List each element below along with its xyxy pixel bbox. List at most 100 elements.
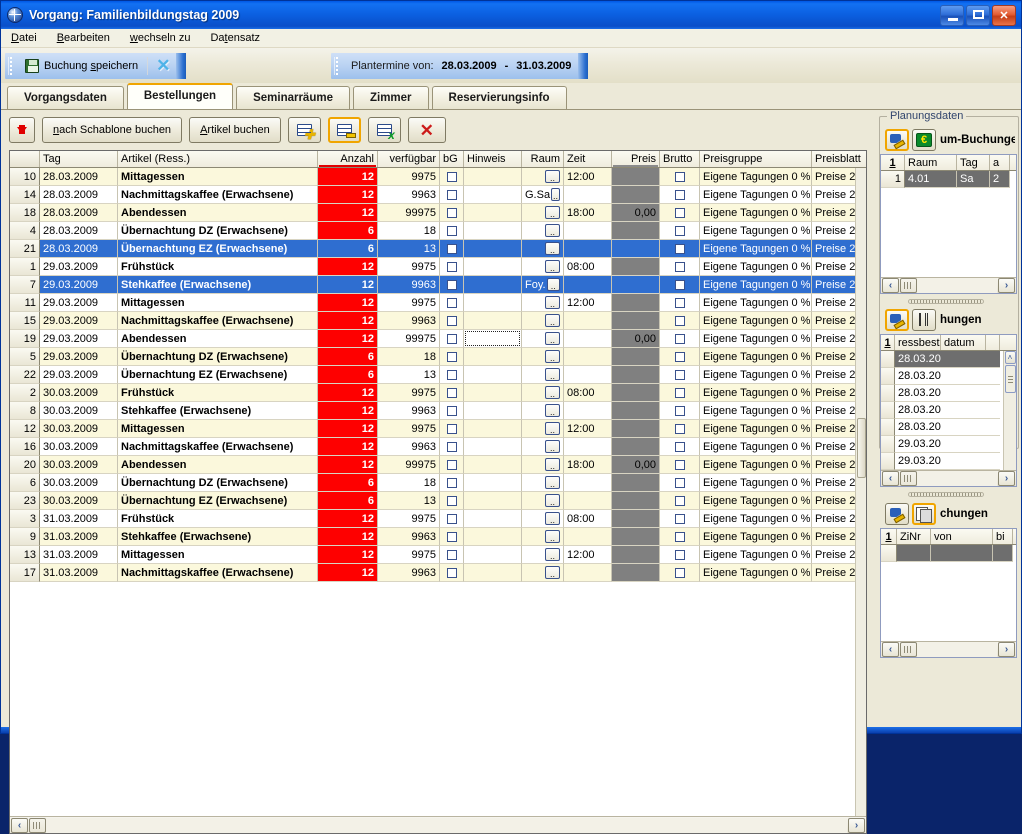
cell-anzahl[interactable]: 12 <box>318 528 378 546</box>
cell-bg[interactable] <box>440 474 464 492</box>
brutto-checkbox[interactable] <box>674 279 685 290</box>
cell-num[interactable]: 4 <box>10 222 40 240</box>
brutto-checkbox[interactable] <box>674 225 685 236</box>
cell-preis[interactable] <box>612 492 660 510</box>
cell-zeit[interactable] <box>564 492 612 510</box>
brutto-checkbox[interactable] <box>674 459 685 470</box>
brutto-checkbox[interactable] <box>674 531 685 542</box>
bg-checkbox[interactable] <box>446 189 457 200</box>
cell-anzahl[interactable]: 6 <box>318 240 378 258</box>
cell-brutto[interactable] <box>660 384 700 402</box>
plantermine-grip[interactable] <box>334 56 340 75</box>
cell-brutto[interactable] <box>660 402 700 420</box>
cell-hinweis[interactable] <box>464 348 522 366</box>
zimmer-docs-button[interactable] <box>912 503 936 525</box>
cell-num[interactable]: 1 <box>10 258 40 276</box>
cell-hinweis[interactable] <box>464 474 522 492</box>
minitable-cell[interactable]: 2 <box>990 171 1010 188</box>
zimmer-hscroll-thumb[interactable] <box>900 642 917 657</box>
grid-header-preisgruppe[interactable]: Preisgruppe <box>700 151 812 167</box>
cell-hinweis[interactable] <box>464 330 522 348</box>
minitable-cell[interactable] <box>941 368 986 385</box>
cell-zeit[interactable] <box>564 366 612 384</box>
cell-num[interactable]: 12 <box>10 420 40 438</box>
cell-raum[interactable]: .. <box>522 330 564 348</box>
cell-bg[interactable] <box>440 294 464 312</box>
table-row[interactable]: 3 31.03.2009 Frühstück 12 9975.. 08:00 Eigene … <box>10 510 866 528</box>
cell-artikel[interactable]: Frühstück <box>118 384 318 402</box>
cell-verfuegbar[interactable]: 9975 <box>378 258 440 276</box>
cell-anzahl[interactable]: 12 <box>318 564 378 582</box>
zimmer-hscroll-left-button[interactable]: ‹ <box>882 642 899 657</box>
table-row[interactable]: 22 29.03.2009 Übernachtung EZ (Erwachsene)… <box>10 366 866 384</box>
cell-preisgruppe[interactable]: Eigene Tagungen 0 % <box>700 420 812 438</box>
cell-tag[interactable]: 28.03.2009 <box>40 204 118 222</box>
cell-brutto[interactable] <box>660 222 700 240</box>
grid-header-verfuegbar[interactable]: verfügbar <box>378 151 440 167</box>
cell-raum[interactable]: .. <box>522 294 564 312</box>
cell-tag[interactable]: 31.03.2009 <box>40 564 118 582</box>
cell-zeit[interactable]: 12:00 <box>564 420 612 438</box>
cell-bg[interactable] <box>440 456 464 474</box>
cell-brutto[interactable] <box>660 294 700 312</box>
raum-picker-button[interactable]: .. <box>545 476 560 489</box>
minitable-cell[interactable]: 29.03.2009 <box>895 436 941 453</box>
cell-preisgruppe[interactable]: Eigene Tagungen 0 % <box>700 348 812 366</box>
cell-num[interactable]: 2 <box>10 384 40 402</box>
cell-zeit[interactable] <box>564 528 612 546</box>
minitable-row[interactable]: 1 4.01 Sa 2 <box>881 171 1016 188</box>
minitable-header-cell[interactable]: 1 <box>881 335 895 350</box>
cell-preisgruppe[interactable]: Eigene Tagungen 0 % <box>700 384 812 402</box>
cell-verfuegbar[interactable]: 9963 <box>378 276 440 294</box>
minitable-row[interactable] <box>881 545 1016 562</box>
cell-num[interactable]: 11 <box>10 294 40 312</box>
raum-picker-button[interactable]: .. <box>545 242 560 255</box>
cell-brutto[interactable] <box>660 204 700 222</box>
cell-brutto[interactable] <box>660 438 700 456</box>
minitable-cell[interactable] <box>986 436 1000 453</box>
minitable-cell[interactable]: 29.03.2009 <box>895 453 941 470</box>
cell-zeit[interactable] <box>564 240 612 258</box>
ress-vscroll-thumb[interactable] <box>1004 365 1016 393</box>
cell-tag[interactable]: 29.03.2009 <box>40 294 118 312</box>
minitable-cell[interactable]: 28.03.2009 <box>895 351 941 368</box>
minitable-row[interactable]: 29.03.2009 <box>881 453 1016 470</box>
grid-header-hinweis[interactable]: Hinweis <box>464 151 522 167</box>
brutto-checkbox[interactable] <box>674 495 685 506</box>
minitable-cell[interactable] <box>941 419 986 436</box>
cell-verfuegbar[interactable]: 13 <box>378 240 440 258</box>
bg-checkbox[interactable] <box>446 279 457 290</box>
cell-artikel[interactable]: Mittagessen <box>118 168 318 186</box>
cell-preis[interactable] <box>612 366 660 384</box>
cell-bg[interactable] <box>440 204 464 222</box>
raum-table-hscroll[interactable]: ‹ › <box>881 277 1016 293</box>
cell-bg[interactable] <box>440 492 464 510</box>
cell-brutto[interactable] <box>660 366 700 384</box>
tab-zimmer[interactable]: Zimmer <box>352 86 429 109</box>
minitable-header-cell[interactable]: Raum <box>905 155 957 170</box>
cell-preis[interactable] <box>612 384 660 402</box>
cell-brutto[interactable] <box>660 456 700 474</box>
cell-brutto[interactable] <box>660 420 700 438</box>
raum-hscroll-thumb[interactable] <box>900 278 917 293</box>
minitable-cell[interactable] <box>881 351 895 368</box>
cell-tag[interactable]: 30.03.2009 <box>40 438 118 456</box>
brutto-checkbox[interactable] <box>674 207 685 218</box>
cell-hinweis[interactable] <box>464 510 522 528</box>
ress-table-vscroll[interactable]: ˄ <box>1003 351 1016 470</box>
cell-hinweis[interactable] <box>464 204 522 222</box>
cell-zeit[interactable]: 12:00 <box>564 546 612 564</box>
cell-tag[interactable]: 30.03.2009 <box>40 402 118 420</box>
cell-hinweis[interactable] <box>464 564 522 582</box>
cell-preis[interactable]: 0,00 <box>612 204 660 222</box>
cell-preisgruppe[interactable]: Eigene Tagungen 0 % <box>700 168 812 186</box>
cell-preis[interactable] <box>612 402 660 420</box>
cell-tag[interactable]: 31.03.2009 <box>40 546 118 564</box>
cell-preis[interactable] <box>612 528 660 546</box>
cell-bg[interactable] <box>440 348 464 366</box>
cell-tag[interactable]: 28.03.2009 <box>40 222 118 240</box>
cell-verfuegbar[interactable]: 9975 <box>378 546 440 564</box>
grid-header-tag[interactable]: Tag <box>40 151 118 167</box>
cell-num[interactable]: 3 <box>10 510 40 528</box>
zimmer-table-hscroll[interactable]: ‹ › <box>881 641 1016 657</box>
